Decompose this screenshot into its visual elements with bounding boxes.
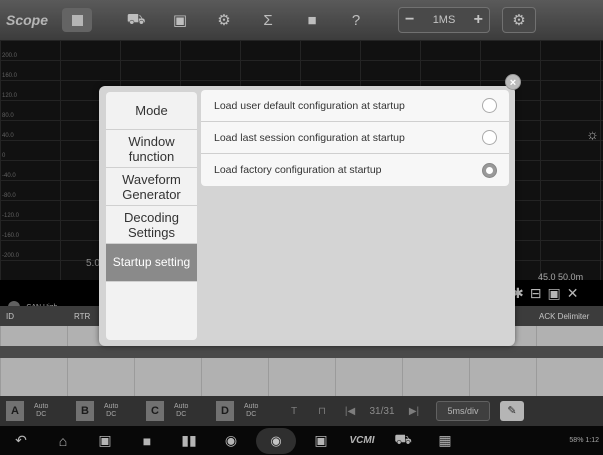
menu-item-startup-setting[interactable]: Startup setting	[106, 244, 197, 282]
radio-button-selected[interactable]	[482, 162, 497, 178]
startup-options: Load user default configuration at start…	[201, 90, 509, 186]
settings-menu: Mode Window function Waveform Generator …	[106, 92, 197, 340]
menu-item-waveform-generator[interactable]: Waveform Generator	[106, 168, 197, 206]
option-label: Load user default configuration at start…	[214, 99, 405, 112]
option-factory[interactable]: Load factory configuration at startup	[201, 154, 509, 186]
radio-button[interactable]	[482, 130, 497, 145]
menu-item-window-function[interactable]: Window function	[106, 130, 197, 168]
radio-button[interactable]	[482, 98, 497, 113]
option-user-default[interactable]: Load user default configuration at start…	[201, 90, 509, 122]
option-last-session[interactable]: Load last session configuration at start…	[201, 122, 509, 154]
settings-dialog: Mode Window function Waveform Generator …	[99, 86, 515, 346]
option-label: Load factory configuration at startup	[214, 164, 382, 176]
menu-item-mode[interactable]: Mode	[106, 92, 197, 130]
option-label: Load last session configuration at start…	[214, 131, 405, 144]
dialog-close-icon[interactable]: ×	[505, 74, 521, 90]
menu-item-decoding-settings[interactable]: Decoding Settings	[106, 206, 197, 244]
